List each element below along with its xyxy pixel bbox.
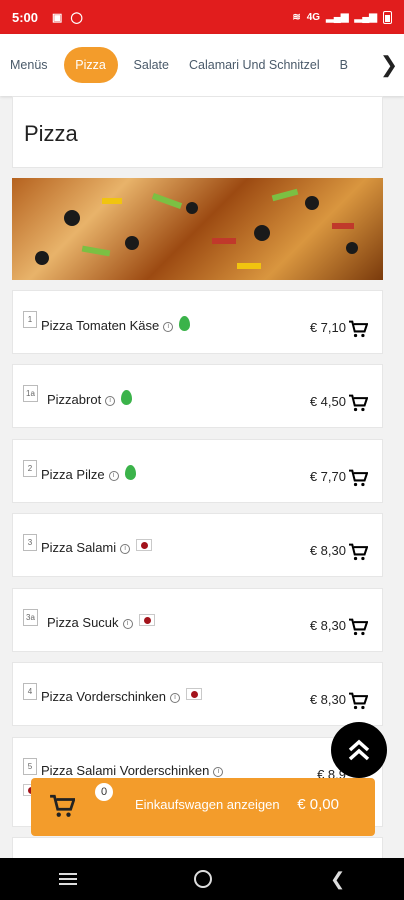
- home-icon[interactable]: [194, 870, 213, 888]
- info-icon[interactable]: i: [213, 766, 224, 777]
- item-name-row: Pizzabrot i: [47, 390, 133, 407]
- info-icon[interactable]: i: [105, 395, 116, 406]
- item-number: 5: [23, 758, 37, 775]
- network-type: 4G: [306, 11, 321, 23]
- item-price: € 8,30: [309, 543, 346, 558]
- vegetarian-leaf-icon: [121, 390, 133, 405]
- notification-icon: ▣: [52, 11, 63, 24]
- menu-item[interactable]: 1 Pizza Tomaten Käse i € 7,10: [12, 290, 383, 354]
- item-name: Pizza Sucuk: [47, 615, 119, 630]
- status-time: 5:00: [12, 9, 39, 25]
- item-number: 3: [23, 534, 37, 551]
- tab-menus[interactable]: Menüs: [0, 58, 58, 72]
- item-price: € 8,30: [309, 692, 346, 707]
- battery-icon: [383, 10, 392, 24]
- cart-label: Einkaufswagen anzeigen: [135, 797, 280, 812]
- cart-count-badge: 0: [95, 783, 113, 801]
- item-price: € 7,10: [309, 320, 346, 335]
- view-cart-button[interactable]: 0 Einkaufswagen anzeigen € 0,00: [31, 778, 375, 836]
- back-icon[interactable]: ❮: [330, 869, 345, 890]
- item-price: € 8,30: [309, 618, 346, 633]
- item-name: Pizza Tomaten Käse: [41, 318, 160, 333]
- item-price: € 7,70: [309, 469, 346, 484]
- info-icon[interactable]: i: [170, 692, 181, 703]
- cart-total: € 0,00: [297, 796, 339, 813]
- info-icon[interactable]: i: [163, 321, 174, 332]
- system-icons: ≋ 4G ▂▄▆ ▂▄▆: [292, 10, 392, 24]
- status-bar: 5:00 ▣ ◯ ≋ 4G ▂▄▆ ▂▄▆: [0, 0, 404, 34]
- category-banner-image: [12, 178, 383, 280]
- item-name-row: Pizza Vorderschinken i: [41, 688, 203, 704]
- signal-icon: ▂▄▆: [354, 11, 377, 23]
- add-to-cart-icon[interactable]: [348, 394, 368, 412]
- tab-pizza[interactable]: Pizza: [63, 47, 118, 83]
- add-to-cart-icon[interactable]: [348, 692, 368, 710]
- item-name: Pizza Vorderschinken: [41, 689, 167, 704]
- add-to-cart-icon[interactable]: [348, 320, 368, 338]
- item-number: 1a: [23, 385, 38, 402]
- menu-item[interactable]: 3 Pizza Salami i € 8,30: [12, 513, 383, 577]
- meat-icon: [136, 539, 153, 551]
- system-navigation-bar: ❮: [0, 858, 404, 900]
- add-to-cart-icon[interactable]: [348, 469, 368, 487]
- tab-next-category[interactable]: B: [330, 58, 358, 72]
- meat-icon: [138, 614, 155, 626]
- cart-icon: [50, 794, 75, 817]
- item-number: 4: [23, 683, 37, 700]
- section-title: Pizza: [12, 96, 383, 168]
- item-number: 1: [23, 311, 37, 328]
- item-name-row: Pizza Salami Vorderschinken i: [41, 763, 224, 778]
- menu-item[interactable]: 1a Pizzabrot i € 4,50: [12, 364, 383, 428]
- add-to-cart-icon[interactable]: [348, 618, 368, 636]
- add-to-cart-icon[interactable]: [348, 543, 368, 561]
- item-name-row: Pizza Tomaten Käse i: [41, 316, 191, 333]
- info-icon[interactable]: i: [120, 543, 131, 554]
- notification-icon: ◯: [70, 11, 83, 24]
- double-chevron-up-icon: [348, 739, 370, 761]
- category-tabs: Menüs Pizza Salate Calamari Und Schnitze…: [0, 34, 404, 96]
- info-icon[interactable]: i: [122, 618, 133, 629]
- signal-icon: ▂▄▆: [326, 11, 349, 23]
- menu-item[interactable]: 2 Pizza Pilze i € 7,70: [12, 439, 383, 503]
- chevron-right-icon[interactable]: ❯: [374, 34, 404, 96]
- vegetarian-leaf-icon: [179, 316, 191, 331]
- item-number: 3a: [23, 609, 38, 626]
- menu-item[interactable]: 3a Pizza Sucuk i € 8,30: [12, 588, 383, 652]
- tab-salate[interactable]: Salate: [124, 58, 179, 72]
- tab-calamari-schnitzel[interactable]: Calamari Und Schnitzel: [179, 58, 330, 72]
- meat-icon: [186, 688, 203, 700]
- item-number: 2: [23, 460, 37, 477]
- item-price: € 4,50: [309, 394, 346, 409]
- item-name: Pizza Salami: [41, 540, 117, 555]
- scroll-to-top-button[interactable]: [331, 722, 387, 778]
- info-icon[interactable]: i: [108, 470, 119, 481]
- item-name: Pizza Salami Vorderschinken: [41, 763, 210, 778]
- item-name-row: Pizza Salami i: [41, 539, 153, 555]
- item-name: Pizzabrot: [47, 392, 102, 407]
- menu-item[interactable]: [12, 837, 383, 858]
- item-name-row: Pizza Sucuk i: [47, 614, 155, 630]
- wifi-icon: ≋: [292, 11, 301, 23]
- item-name-row: Pizza Pilze i: [41, 465, 136, 482]
- menu-item[interactable]: 4 Pizza Vorderschinken i € 8,30: [12, 662, 383, 726]
- recents-icon[interactable]: [58, 873, 77, 885]
- notification-icons: ▣ ◯: [52, 11, 83, 24]
- vegetarian-leaf-icon: [124, 465, 136, 480]
- item-name: Pizza Pilze: [41, 467, 105, 482]
